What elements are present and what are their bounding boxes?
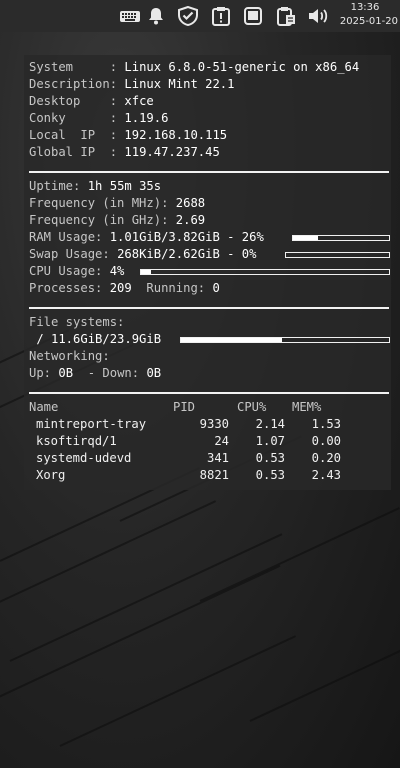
process-pid: 24: [214, 434, 229, 448]
local-ip-row: Local IP : 192.168.10.115: [29, 128, 228, 142]
swap-usage-bar: [285, 252, 390, 258]
swap-usage-row: Swap Usage: 268KiB/2.62GiB - 0%: [29, 247, 257, 261]
clipboard-icon[interactable]: [211, 6, 231, 26]
column-header-pid: PID: [173, 400, 196, 414]
conky-widget: System : Linux 6.8.0-51-generic on x86_6…: [24, 55, 391, 490]
process-name: mintreport-tray: [36, 417, 147, 431]
cpu-usage-row: CPU Usage: 4%: [29, 264, 125, 278]
network-traffic-row: Up: 0B - Down: 0B: [29, 366, 162, 380]
process-cpu: 1.07: [255, 434, 285, 448]
process-mem: 1.53: [311, 417, 341, 431]
desktop-row: Desktop : xfce: [29, 94, 154, 108]
process-name: Xorg: [36, 468, 66, 482]
networking-label: Networking:: [29, 349, 110, 363]
filesystems-label: File systems:: [29, 315, 125, 329]
process-name: systemd-udevd: [36, 451, 132, 465]
panel-clock[interactable]: 13:36 2025-01-20: [332, 1, 398, 29]
column-header-name: Name: [29, 400, 59, 414]
process-pid: 341: [206, 451, 229, 465]
process-mem: 0.20: [311, 451, 341, 465]
bell-icon[interactable]: [146, 6, 166, 26]
root-filesystem-fill: [181, 338, 282, 342]
separator: [29, 392, 389, 394]
description-row: Description: Linux Mint 22.1: [29, 77, 235, 91]
conky-version-row: Conky : 1.19.6: [29, 111, 169, 125]
process-cpu: 0.53: [255, 451, 285, 465]
process-cpu: 0.53: [255, 468, 285, 482]
process-mem: 0.00: [311, 434, 341, 448]
process-pid: 8821: [199, 468, 229, 482]
root-filesystem-row: / 11.6GiB/23.9GiB: [29, 332, 162, 346]
clipboard-paste-icon[interactable]: [276, 6, 298, 26]
global-ip-row: Global IP : 119.47.237.45: [29, 145, 220, 159]
speaker-icon[interactable]: [307, 6, 329, 26]
processes-row: Processes: 209 Running: 0: [29, 281, 220, 295]
cpu-usage-bar: [140, 269, 390, 275]
process-mem: 2.43: [311, 468, 341, 482]
column-header-cpu: CPU%: [237, 400, 267, 414]
frequency-mhz-row: Frequency (in MHz): 2688: [29, 196, 206, 210]
process-cpu: 2.14: [255, 417, 285, 431]
uptime-row: Uptime: 1h 55m 35s: [29, 179, 162, 193]
shield-icon[interactable]: [177, 6, 199, 26]
ram-usage-fill: [293, 236, 318, 240]
frequency-ghz-row: Frequency (in GHz): 2.69: [29, 213, 206, 227]
system-row: System : Linux 6.8.0-51-generic on x86_6…: [29, 60, 360, 74]
process-name: ksoftirqd/1: [36, 434, 117, 448]
separator: [29, 307, 389, 309]
clock-date: 2025-01-20: [339, 16, 398, 27]
separator: [29, 171, 389, 173]
cpu-usage-fill: [141, 270, 151, 274]
ram-usage-bar: [292, 235, 390, 241]
column-header-mem: MEM%: [292, 400, 322, 414]
keyboard-icon[interactable]: [119, 6, 141, 26]
ram-usage-row: RAM Usage: 1.01GiB/3.82GiB - 26%: [29, 230, 264, 244]
top-panel: 13:36 2025-01-20: [0, 0, 400, 32]
clock-time: 13:36: [350, 2, 380, 13]
window-icon[interactable]: [243, 6, 263, 26]
root-filesystem-bar: [180, 337, 390, 343]
process-pid: 9330: [199, 417, 229, 431]
